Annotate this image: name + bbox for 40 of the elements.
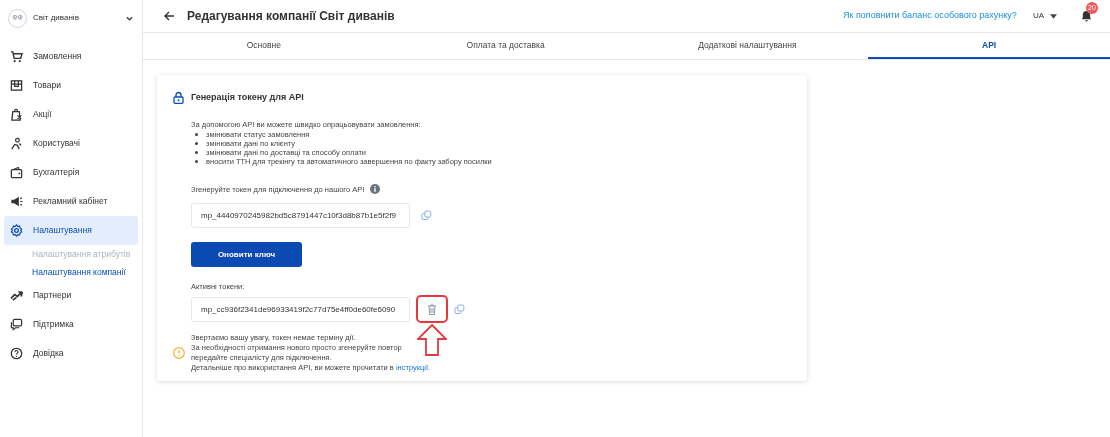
shopping-bag-icon [10,108,23,121]
card-title: Генерація токену для API [191,91,304,104]
company-name: Світ диванів [33,12,80,24]
sidebar-item[interactable]: Замовлення [4,42,138,71]
sidebar-item[interactable]: Партнери [4,281,138,310]
megaphone-icon [10,195,23,208]
caret-down-icon[interactable] [1050,13,1057,19]
settings-icon [10,224,23,237]
info-icon[interactable] [370,184,381,195]
page-title: Редагування компанії Світ диванів [187,8,396,25]
sidebar-item[interactable]: Налаштування [4,216,138,245]
language-select[interactable]: UA [1032,10,1044,22]
lock-icon [173,91,184,105]
help-icon [10,347,23,360]
sidebar-item[interactable]: Рекламний кабінет [4,187,138,216]
tab[interactable]: Додаткові налаштування [626,33,869,59]
tab[interactable]: API [868,33,1110,59]
box-icon [10,79,23,92]
sidebar-item[interactable]: Товари [4,71,138,100]
sidebar-item[interactable]: Бухгалтерія [4,158,138,187]
sidebar-subitem[interactable]: Налаштування компанії [0,263,142,281]
bell-icon[interactable] [1081,10,1092,22]
cart-icon [10,50,23,63]
trash-icon[interactable] [427,303,437,315]
sidebar-item[interactable]: Акції [4,100,138,129]
sidebar-item[interactable]: Підтримка [4,310,138,339]
sidebar-item[interactable]: Довідка [4,339,138,368]
wallet-icon [10,166,23,179]
person-icon [10,137,23,150]
tab[interactable]: Оплата та доставка [384,33,627,59]
back-arrow-icon[interactable] [163,10,175,22]
sidebar-item[interactable]: Користувачі [4,129,138,158]
help-link[interactable]: Як поповнити баланс особового рахунку? [843,9,1017,23]
tab[interactable]: Основне [143,33,385,59]
chat-icon [10,318,23,331]
warning-icon [173,347,185,360]
token-field[interactable]: mp_cc936f2341de96933419f2c77d75e4ff0de60fe6090 [191,296,410,322]
token-field[interactable]: mp_4440970245982bd5c8791447c10f3d8b87b1e5f2f9 [191,203,410,228]
annotation-arrow [417,324,447,357]
refresh-key-button[interactable]: Оновити ключ [191,242,302,267]
